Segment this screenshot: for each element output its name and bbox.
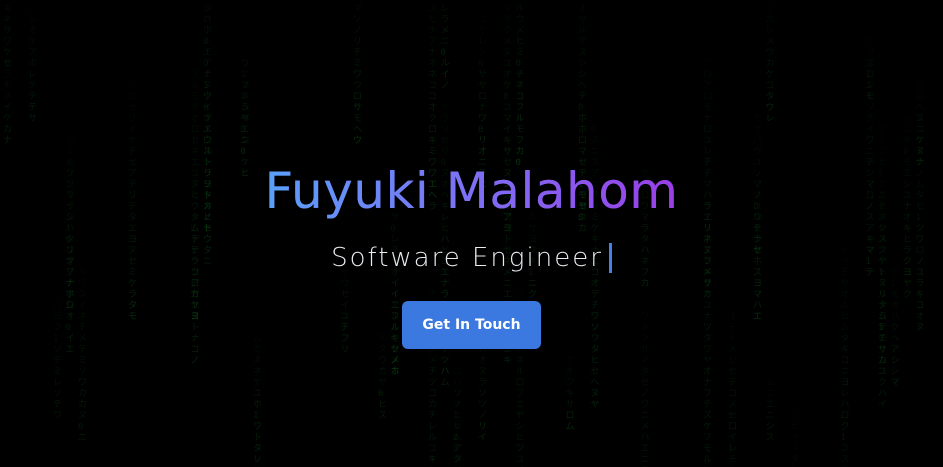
get-in-touch-button[interactable]: Get In Touch	[402, 301, 541, 349]
typing-cursor	[608, 243, 612, 273]
hero-subtitle: Software Engineer	[331, 243, 603, 273]
hero-name-text: Fuyuki Malahom	[264, 156, 678, 226]
typed-subtitle: Software Engineer	[0, 240, 943, 278]
hero-content: Fuyuki Malahom Software Engineer Get In …	[0, 0, 943, 467]
hero-name-heading: Fuyuki Malahom	[0, 156, 943, 226]
hero-section: ニラチメイケカナロテキネサワケセケトハムオテアホレテテテサロヨフ1ソチミレソテワ…	[0, 0, 943, 467]
